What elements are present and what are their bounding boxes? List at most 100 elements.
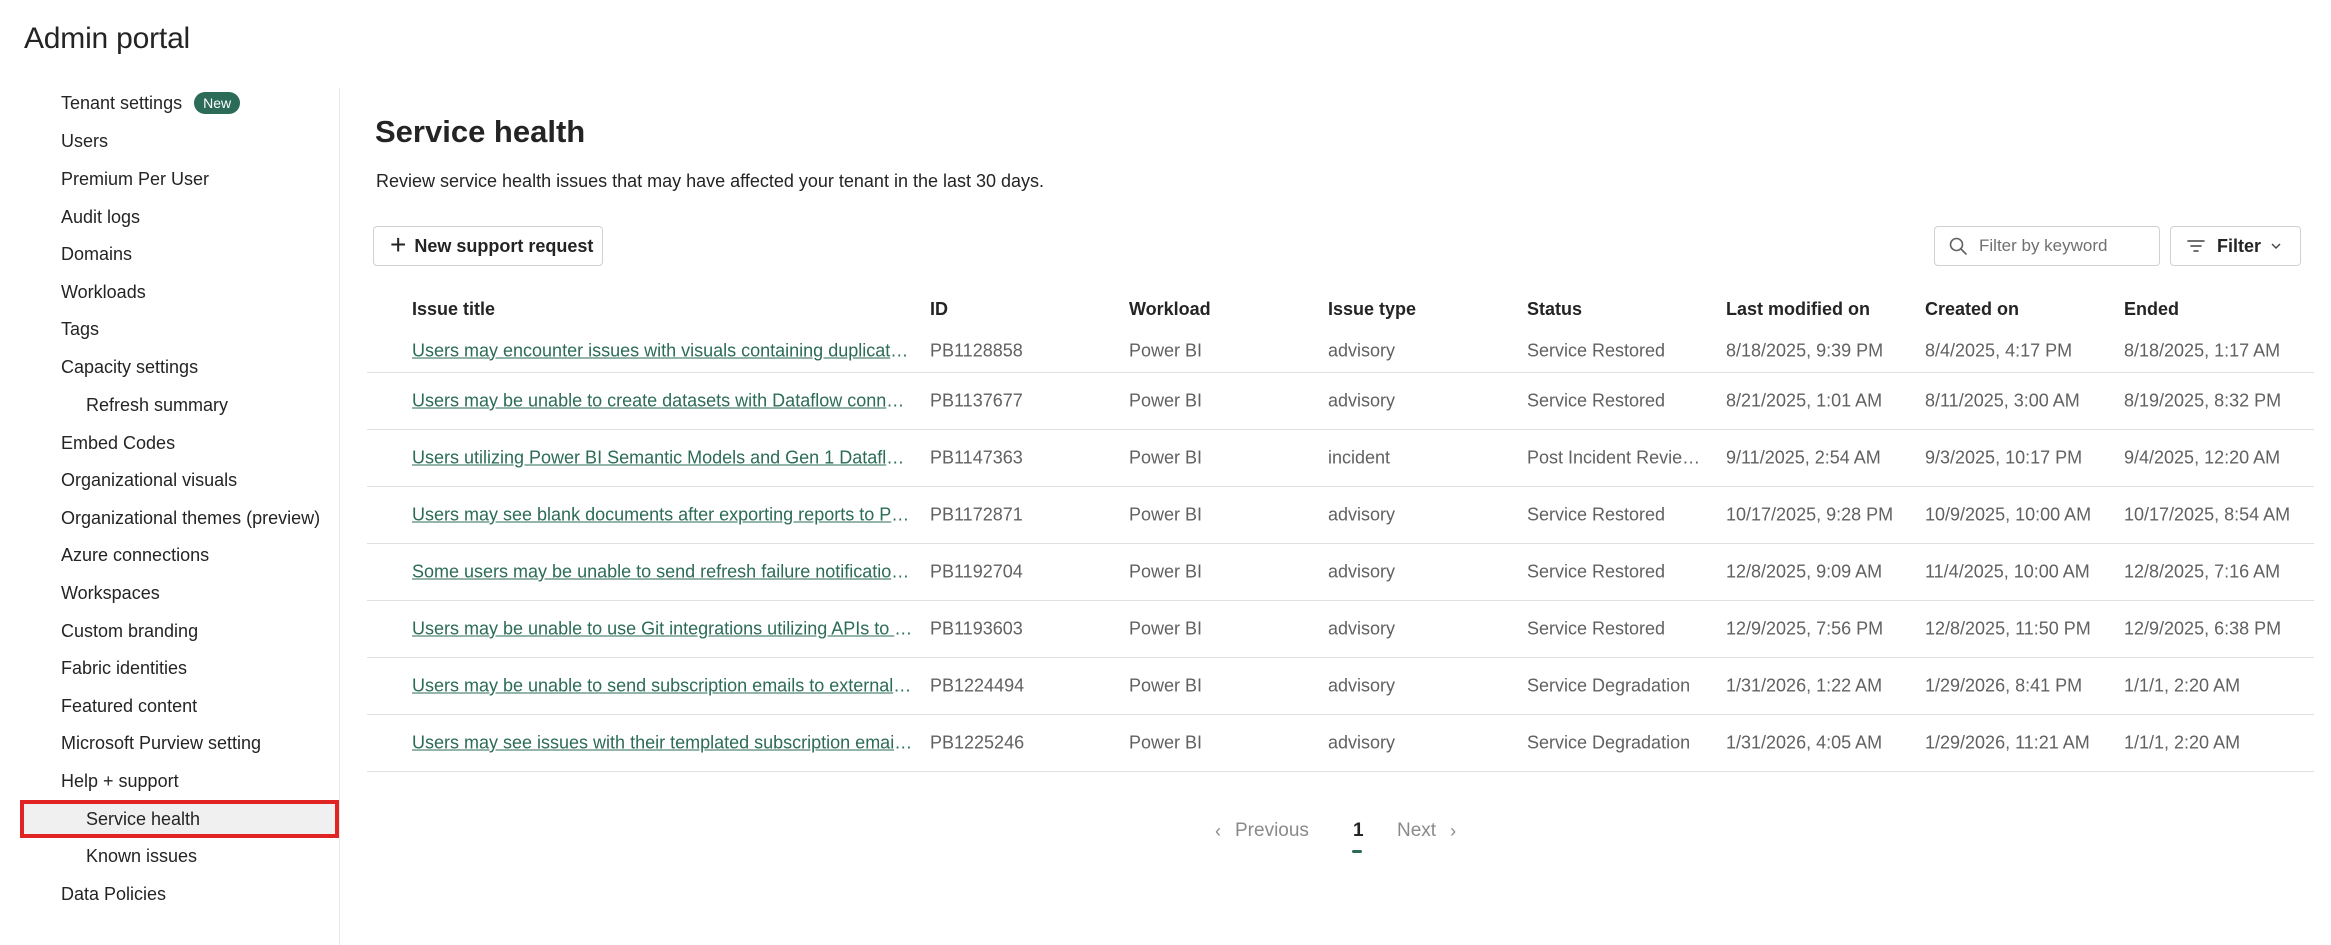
sidebar-item-label: Help + support — [61, 770, 179, 791]
sidebar-item-premium-per-user[interactable]: Premium Per User — [20, 160, 339, 198]
column-header-id[interactable]: ID — [930, 299, 1110, 320]
sidebar-item-label: Premium Per User — [61, 168, 210, 189]
sidebar-item-label: Custom branding — [61, 620, 199, 641]
sidebar-item-label: Azure connections — [61, 544, 210, 565]
column-header-status[interactable]: Status — [1527, 299, 1712, 320]
sidebar-item-label: Known issues — [86, 845, 198, 866]
issue-status: Service Degradation — [1527, 675, 1691, 696]
sidebar-item-fabric-identities[interactable]: Fabric identities — [20, 649, 339, 687]
sidebar-item-label: Capacity settings — [61, 356, 199, 377]
pagination: ‹ Previous 1 Next › — [340, 812, 2331, 853]
issue-type: advisory — [1328, 504, 1396, 525]
issue-created-on: 9/3/2025, 10:17 PM — [1925, 447, 2083, 468]
sidebar-item-label: Data Policies — [61, 883, 167, 904]
sidebar-item-organizational-themes[interactable]: Organizational themes (preview) — [20, 499, 339, 537]
issue-status: Service Restored — [1527, 340, 1666, 360]
sidebar-item-custom-branding[interactable]: Custom branding — [20, 612, 339, 650]
search-input[interactable] — [1977, 235, 2147, 257]
sidebar-item-service-health[interactable]: Service health — [20, 800, 339, 838]
sidebar-item-label: Tenant settings — [61, 92, 183, 113]
issue-title-link[interactable]: Users may encounter issues with visuals … — [412, 340, 914, 361]
sidebar-item-label: Refresh summary — [86, 394, 229, 415]
issue-title-link[interactable]: Users may be unable to use Git integrati… — [412, 619, 914, 640]
sidebar-item-embed-codes[interactable]: Embed Codes — [20, 424, 339, 462]
issue-type: advisory — [1328, 675, 1396, 696]
previous-page-button[interactable]: ‹ Previous — [1215, 820, 1309, 842]
column-header-created-on[interactable]: Created on — [1925, 299, 2110, 320]
issue-type: advisory — [1328, 618, 1396, 639]
issue-last-modified: 1/31/2026, 1:22 AM — [1726, 675, 1883, 696]
issue-created-on: 8/4/2025, 4:17 PM — [1925, 340, 2073, 360]
issue-workload: Power BI — [1129, 447, 1203, 468]
issue-title-link[interactable]: Users may see issues with their template… — [412, 733, 914, 754]
new-badge: New — [194, 92, 241, 114]
issue-created-on: 12/8/2025, 11:50 PM — [1925, 618, 2091, 639]
column-header-last-modified[interactable]: Last modified on — [1726, 299, 1911, 320]
column-header-ended[interactable]: Ended — [2124, 299, 2314, 320]
filter-lines-icon — [2187, 240, 2205, 252]
issue-ended: 1/1/1, 2:20 AM — [2124, 675, 2241, 696]
issue-last-modified: 10/17/2025, 9:28 PM — [1726, 504, 1894, 525]
table-row: Users may be unable to create datasets w… — [367, 373, 2314, 430]
sidebar-item-known-issues[interactable]: Known issues — [20, 837, 339, 875]
sidebar-item-workspaces[interactable]: Workspaces — [20, 574, 339, 612]
column-header-workload[interactable]: Workload — [1129, 299, 1309, 320]
search-icon — [1949, 237, 1967, 255]
filter-button[interactable]: Filter — [2170, 226, 2301, 266]
issue-title-link[interactable]: Users utilizing Power BI Semantic Models… — [412, 448, 914, 469]
filter-keyword-search[interactable] — [1934, 226, 2160, 266]
issue-type: advisory — [1328, 732, 1396, 753]
issue-ended: 8/19/2025, 8:32 PM — [2124, 390, 2282, 411]
column-header-issue-title[interactable]: Issue title — [412, 299, 914, 320]
filter-label: Filter — [2217, 235, 2262, 256]
sidebar-item-label: Workspaces — [61, 582, 160, 603]
issue-ended: 9/4/2025, 12:20 AM — [2124, 447, 2281, 468]
sidebar-item-data-policies[interactable]: Data Policies — [20, 875, 339, 913]
sidebar-item-users[interactable]: Users — [20, 122, 339, 160]
sidebar-nav: Tenant settings New Users Premium Per Us… — [0, 88, 340, 945]
issue-created-on: 10/9/2025, 10:00 AM — [1925, 504, 2092, 525]
current-page-number[interactable]: 1 — [1353, 820, 1364, 842]
issue-created-on: 8/11/2025, 3:00 AM — [1925, 390, 2080, 411]
chevron-left-icon: ‹ — [1215, 820, 1221, 841]
sidebar-item-microsoft-purview-setting[interactable]: Microsoft Purview setting — [20, 724, 339, 762]
next-page-button[interactable]: Next › — [1397, 820, 1456, 842]
issue-workload: Power BI — [1129, 390, 1203, 411]
issue-type: incident — [1328, 447, 1391, 468]
table-body: Users may encounter issues with visuals … — [367, 329, 2314, 772]
page-title: Service health — [375, 114, 586, 149]
sidebar-item-capacity-settings[interactable]: Capacity settings — [20, 348, 339, 386]
new-support-request-button[interactable]: + New support request — [373, 226, 603, 266]
issue-workload: Power BI — [1129, 675, 1203, 696]
issue-title-link[interactable]: Some users may be unable to send refresh… — [412, 562, 914, 583]
issue-id: PB1128858 — [930, 340, 1023, 360]
page-subtitle: Review service health issues that may ha… — [376, 171, 1045, 191]
issue-title-link[interactable]: Users may be unable to send subscription… — [412, 676, 914, 697]
issue-ended: 12/8/2025, 7:16 AM — [2124, 561, 2281, 582]
issue-last-modified: 12/8/2025, 9:09 AM — [1726, 561, 1883, 582]
issue-created-on: 1/29/2026, 11:21 AM — [1925, 732, 2090, 753]
column-header-issue-type[interactable]: Issue type — [1328, 299, 1508, 320]
sidebar-item-audit-logs[interactable]: Audit logs — [20, 198, 339, 236]
sidebar-item-tags[interactable]: Tags — [20, 310, 339, 348]
sidebar-item-workloads[interactable]: Workloads — [20, 273, 339, 311]
issue-created-on: 1/29/2026, 8:41 PM — [1925, 675, 2083, 696]
sidebar-item-label: Domains — [61, 243, 133, 264]
issue-status: Service Restored — [1527, 561, 1666, 582]
issue-title-link[interactable]: Users may be unable to create datasets w… — [412, 391, 914, 412]
sidebar-item-domains[interactable]: Domains — [20, 235, 339, 273]
sidebar-item-azure-connections[interactable]: Azure connections — [20, 536, 339, 574]
sidebar-item-organizational-visuals[interactable]: Organizational visuals — [20, 461, 339, 499]
chevron-right-icon: › — [1450, 820, 1457, 841]
sidebar-item-label: Fabric identities — [61, 657, 188, 678]
table-row: Users utilizing Power BI Semantic Models… — [367, 430, 2314, 487]
issue-last-modified: 12/9/2025, 7:56 PM — [1726, 618, 1884, 639]
sidebar-item-featured-content[interactable]: Featured content — [20, 687, 339, 725]
issue-workload: Power BI — [1129, 732, 1203, 753]
sidebar-item-refresh-summary[interactable]: Refresh summary — [20, 386, 339, 424]
issue-title-link[interactable]: Users may see blank documents after expo… — [412, 505, 914, 526]
sidebar-item-label: Microsoft Purview setting — [61, 732, 262, 753]
sidebar-item-help-support[interactable]: Help + support — [20, 762, 339, 800]
sidebar-item-tenant-settings[interactable]: Tenant settings New — [20, 84, 339, 122]
issue-type: advisory — [1328, 340, 1396, 360]
